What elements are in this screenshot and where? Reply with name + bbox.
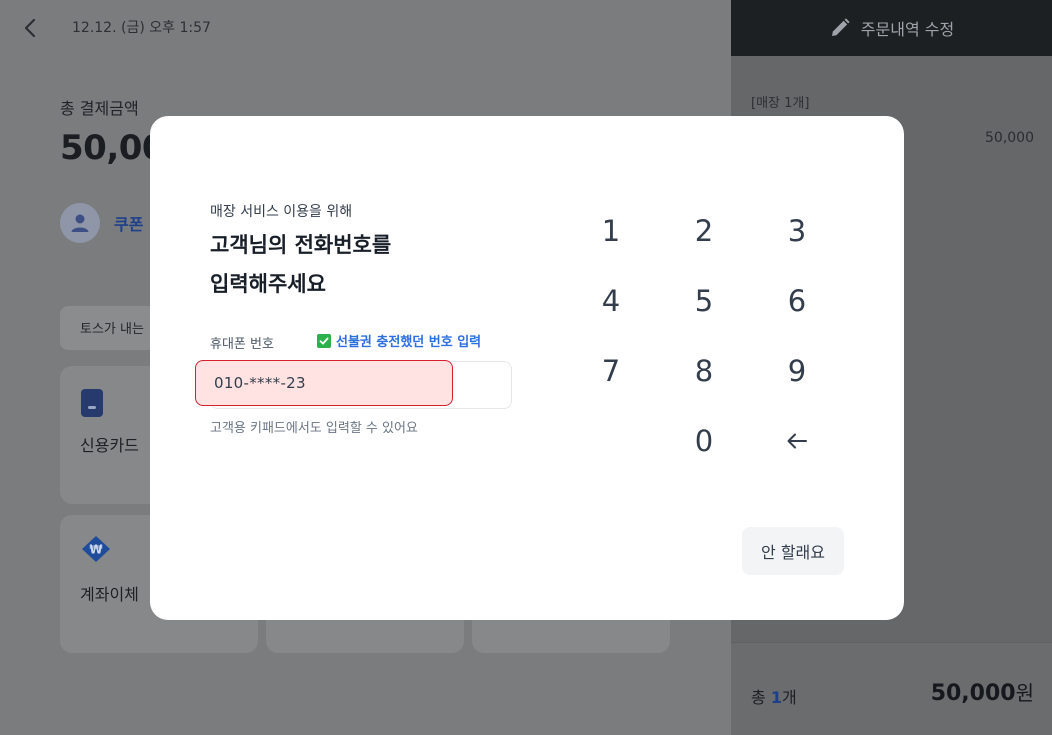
payment-method-label: 신용카드: [80, 436, 139, 455]
phone-helper-text: 고객용 키패드에서도 입력할 수 있어요: [210, 421, 418, 436]
checkmark-icon: [317, 333, 331, 348]
order-sum: 50,000원: [931, 677, 1034, 706]
pencil-icon: [831, 18, 850, 36]
count-value: 1: [770, 688, 782, 707]
customer-coupon-row[interactable]: 쿠폰 ·: [60, 203, 155, 243]
coupon-label: 쿠폰 ·: [114, 215, 156, 234]
keypad-key-6[interactable]: 6: [757, 273, 837, 329]
item-count: 총 1개: [751, 684, 797, 708]
phone-number-dialog: 매장 서비스 이용을 위해 고객님의 전화번호를 입력해주세요 휴대폰 번호 선…: [150, 116, 904, 620]
top-bar: 12.12. (금) 오후 1:57: [0, 0, 731, 56]
keypad-key-5[interactable]: 5: [664, 273, 744, 329]
svg-text:₩: ₩: [89, 543, 103, 557]
arrow-left-icon: [787, 433, 807, 449]
order-datetime: 12.12. (금) 오후 1:57: [72, 20, 211, 36]
edit-order-label: 주문내역 수정: [860, 20, 955, 39]
keypad-key-1[interactable]: 1: [571, 203, 651, 259]
payment-method-label: 계좌이체: [80, 585, 139, 604]
prefill-link-label: 선불권 충전했던 번호 입력: [336, 335, 482, 350]
keypad-backspace-button[interactable]: [757, 413, 837, 469]
avatar: [60, 203, 100, 243]
count-suffix: 개: [781, 688, 797, 707]
total-payment-label: 총 결제금액: [60, 99, 139, 118]
keypad-key-2[interactable]: 2: [664, 203, 744, 259]
chevron-left-icon: [24, 18, 36, 38]
item-price: 50,000: [985, 130, 1034, 146]
sum-unit: 원: [1015, 681, 1034, 705]
won-transfer-icon: ₩: [80, 535, 112, 567]
back-button[interactable]: [14, 12, 46, 44]
phone-input-value: 010-****-23: [214, 374, 306, 392]
decline-button[interactable]: 안 할래요: [742, 527, 844, 575]
phone-field-label: 휴대폰 번호: [210, 337, 274, 352]
dialog-subtitle: 매장 서비스 이용을 위해: [210, 204, 353, 220]
count-prefix: 총: [751, 688, 766, 707]
keypad-key-8[interactable]: 8: [664, 343, 744, 399]
dialog-title: 고객님의 전화번호를 입력해주세요: [210, 226, 391, 304]
phone-input-highlight: 010-****-23: [195, 360, 453, 406]
dialog-title-line1: 고객님의 전화번호를: [210, 233, 392, 257]
dialog-title-line2: 입력해주세요: [210, 272, 326, 296]
keypad-key-9[interactable]: 9: [757, 343, 837, 399]
prefill-prepaid-number-link[interactable]: 선불권 충전했던 번호 입력: [317, 331, 481, 350]
edit-order-button[interactable]: 주문내역 수정: [731, 0, 1052, 56]
keypad-key-4[interactable]: 4: [571, 273, 651, 329]
order-total-footer: 총 1개 50,000원: [731, 642, 1052, 735]
store-tag: [매장 1개]: [751, 96, 810, 111]
user-icon: [71, 214, 89, 232]
keypad-key-3[interactable]: 3: [757, 203, 837, 259]
credit-card-icon: [80, 388, 104, 422]
keypad-key-0[interactable]: 0: [664, 413, 744, 469]
sum-value: 50,000: [930, 681, 1016, 706]
keypad-key-7[interactable]: 7: [571, 343, 651, 399]
phone-input[interactable]: 010-****-23: [195, 360, 512, 409]
